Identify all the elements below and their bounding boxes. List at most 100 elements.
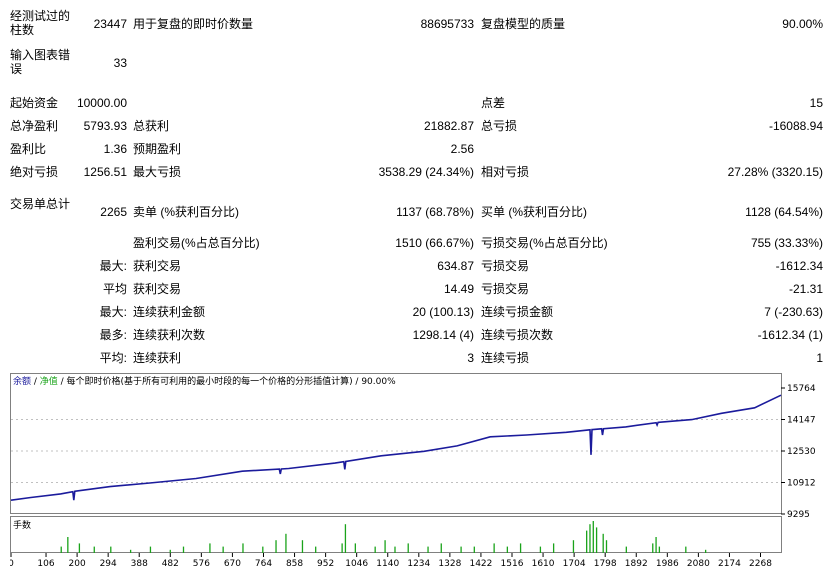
volume-bar	[586, 530, 588, 553]
absolute-drawdown-value: 1256.51	[83, 165, 127, 179]
x-tick-label: 1046	[345, 559, 368, 569]
bars-tested-label: 经测试过的柱数	[10, 9, 71, 37]
x-tick-label: 1986	[656, 559, 679, 569]
volume-bar	[539, 546, 542, 553]
x-tick-label: 1422	[469, 559, 492, 569]
volume-bar	[685, 546, 687, 553]
expected-payoff-label: 预期盈利	[133, 142, 182, 156]
volume-plot-frame	[10, 516, 782, 553]
gross-loss-value: -16088.94	[768, 119, 823, 133]
volume-bar	[222, 546, 224, 553]
volume-bar	[275, 540, 277, 553]
average-consecutive-prefix: 平均:	[99, 351, 127, 365]
gross-loss-label: 总亏损	[481, 119, 518, 133]
short-positions-value: 1137 (68.78%)	[396, 205, 474, 219]
x-tick-label: 2268	[749, 559, 772, 569]
balance-chart: 余额 / 净值 / 每个即时价格(基于所有可利用的最小时段的每一个价格的分形插值…	[10, 373, 833, 573]
volume-bar	[460, 546, 462, 553]
volume-bar	[354, 543, 356, 553]
volume-label: 手数	[13, 519, 31, 531]
x-tick-label: 2174	[718, 559, 741, 569]
volume-bar	[652, 543, 654, 553]
volume-bar	[519, 543, 522, 553]
bars-tested-value: 23447	[93, 17, 127, 31]
largest-loss-label: 亏损交易	[481, 259, 530, 273]
gross-profit-label: 总获利	[133, 119, 170, 133]
volume-bar	[595, 527, 598, 553]
maximal-consecutive-loss-label: 连续亏损次数	[481, 328, 554, 342]
x-tick-label: 1140	[376, 559, 399, 569]
absolute-drawdown-label: 绝对亏损	[10, 165, 59, 179]
profit-factor-value: 1.36	[103, 142, 127, 156]
volume-bar	[341, 543, 343, 553]
volume-bar	[129, 549, 132, 553]
y-tick-label: 12530	[787, 447, 816, 457]
max-consecutive-losses-value: 7 (-230.63)	[764, 305, 823, 319]
volume-bar	[78, 543, 81, 553]
x-tick-label: 2080	[687, 559, 710, 569]
loss-trades-value: 755 (33.33%)	[750, 236, 823, 250]
relative-drawdown-label: 相对亏损	[481, 165, 530, 179]
average-consecutive-losses-value: 1	[816, 351, 823, 365]
volume-bar	[344, 524, 347, 553]
x-tick-label: 200	[69, 559, 86, 569]
total-net-profit-label: 总净盈利	[10, 119, 59, 133]
modelling-quality-label: 复盘模型的质量	[481, 17, 566, 31]
initial-deposit-value: 10000.00	[76, 96, 127, 110]
volume-bar	[169, 549, 171, 553]
average-consecutive-wins-label: 连续获利	[133, 351, 182, 365]
profit-trades-value: 1510 (66.67%)	[395, 236, 474, 250]
long-positions-label: 买单 (%获利百分比)	[481, 205, 587, 219]
volume-bar	[60, 546, 62, 553]
volume-bar	[149, 546, 152, 553]
profit-factor-label: 盈利比	[10, 142, 47, 156]
volume-bar	[655, 537, 657, 553]
volume-bar	[301, 540, 304, 553]
loss-trades-label: 亏损交易(%占总百分比)	[481, 236, 608, 250]
max-consecutive-wins-label: 连续获利金额	[133, 305, 206, 319]
volume-bar	[440, 543, 442, 553]
x-tick-label: 952	[317, 559, 334, 569]
volume-bar	[262, 546, 264, 553]
x-tick-label: 1892	[625, 559, 648, 569]
main-plot-frame	[10, 373, 782, 514]
y-tick-label: 15764	[787, 384, 816, 394]
maximal-drawdown-label: 最大亏损	[133, 165, 182, 179]
volume-bar	[602, 533, 604, 553]
balance-chart-svg: 余额 / 净值 / 每个即时价格(基于所有可利用的最小时段的每一个价格的分形插值…	[10, 373, 816, 569]
volume-bar	[605, 540, 608, 553]
average-loss-value: -21.31	[788, 282, 823, 296]
average-consecutive-wins-value: 3	[467, 351, 474, 365]
initial-deposit-label: 起始资金	[10, 96, 59, 110]
average-profit-value: 14.49	[443, 282, 474, 296]
average-consecutive-losses-label: 连续亏损	[481, 351, 530, 365]
average-loss-label: 亏损交易	[481, 282, 530, 296]
volume-bar	[242, 543, 244, 553]
volume-bar	[572, 540, 575, 553]
gross-profit-value: 21882.87	[423, 119, 474, 133]
volume-bar	[384, 540, 386, 553]
x-tick-label: 1610	[532, 559, 555, 569]
volume-bar	[493, 543, 495, 553]
largest-profit-label: 获利交易	[133, 259, 182, 273]
volume-bar	[315, 546, 317, 553]
expected-payoff-value: 2.56	[450, 142, 474, 156]
volume-bar	[110, 546, 112, 553]
x-tick-label: 764	[255, 559, 272, 569]
mismatched-errors-label: 输入图表错误	[10, 48, 71, 76]
maximal-consecutive-loss-value: -1612.34 (1)	[757, 328, 823, 342]
y-tick-label: 14147	[787, 416, 816, 426]
volume-bar	[285, 533, 287, 553]
x-tick-label: 294	[100, 559, 117, 569]
header-balance-label: 余额 / 净值 / 每个即时价格(基于所有可利用的最小时段的每一个价格的分形插值…	[13, 375, 396, 387]
total-trades-label: 交易单总计	[10, 197, 71, 211]
largest-prefix: 最大:	[99, 259, 127, 273]
x-axis: 0 106 200 294 388 482 576 670 764 858 952 1046 1140 1…	[10, 553, 772, 569]
spread-value: 15	[809, 96, 823, 110]
volume-bar	[506, 546, 509, 553]
volume-bar	[182, 546, 185, 553]
volume-bar	[592, 521, 594, 553]
total-trades-value: 2265	[100, 205, 127, 219]
x-tick-label: 1516	[501, 559, 524, 569]
largest-loss-value: -1612.34	[775, 259, 823, 273]
